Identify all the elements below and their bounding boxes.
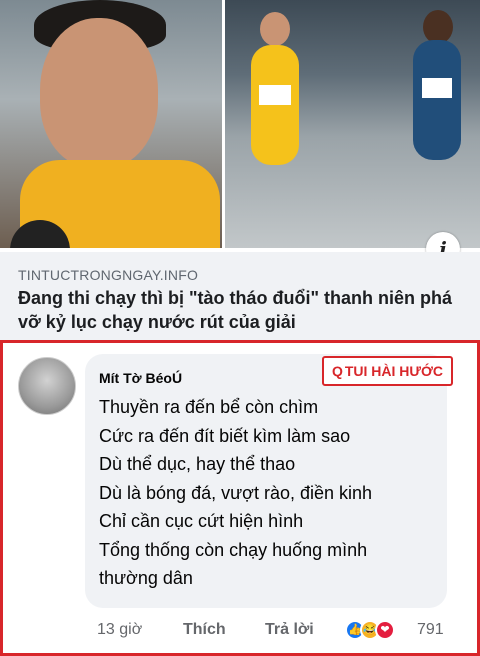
runner-head	[423, 10, 453, 44]
comment-bubble: Mít Tờ BéoÚ Q TUI HÀI HƯỚC Thuyền ra đến…	[85, 354, 453, 608]
runner-head	[260, 12, 290, 46]
comment-line: Chỉ cần cục cứt hiện hình	[99, 511, 304, 531]
reply-button[interactable]: Trả lời	[265, 621, 314, 639]
race-bib	[259, 85, 291, 105]
comment-line: Tổng thống còn chạy huống mình	[99, 539, 368, 560]
comment-text: Thuyền ra đến bể còn chìm Cức ra đến đít…	[99, 393, 445, 593]
runner-yellow	[251, 45, 299, 165]
avatar[interactable]	[18, 357, 76, 415]
comment-line: Dù là bóng đá, vượt rào, điền kinh	[99, 482, 373, 503]
like-button[interactable]: Thích	[183, 621, 226, 639]
race-bib	[422, 78, 452, 98]
watermark-badge: Q TUI HÀI HƯỚC	[322, 356, 453, 386]
love-reaction-icon: ❤	[375, 620, 395, 640]
comment-line: Cức ra đến đít biết kìm làm sao	[99, 425, 351, 446]
comment-line: thường dân	[99, 568, 193, 588]
link-preview-meta[interactable]: TINTUCTRONGNGAY.INFO Đang thi chạy thì b…	[0, 252, 480, 340]
link-headline[interactable]: Đang thi chạy thì bị "tào tháo đuổi" tha…	[18, 286, 466, 334]
comment-actions: 13 giờ Thích Trả lời 👍 😂 ❤ 791	[97, 619, 467, 643]
comment-author[interactable]: Mít Tờ BéoÚ	[99, 370, 182, 386]
link-domain: TINTUCTRONGNGAY.INFO	[18, 267, 199, 283]
runner-closeup-photo	[0, 0, 222, 248]
comment-timestamp[interactable]: 13 giờ	[97, 621, 142, 639]
reaction-count[interactable]: 791	[417, 621, 444, 639]
runner-blue	[413, 40, 461, 160]
search-icon: Q	[331, 363, 343, 379]
race-photo	[225, 0, 480, 248]
face-shape	[40, 18, 158, 168]
comment-section: Mít Tờ BéoÚ Q TUI HÀI HƯỚC Thuyền ra đến…	[0, 340, 480, 656]
watermark-text: TUI HÀI HƯỚC	[344, 363, 444, 379]
comment-line: Thuyền ra đến bể còn chìm	[99, 397, 319, 417]
reaction-icons[interactable]: 👍 😂 ❤	[345, 619, 401, 641]
comment-line: Dù thể dục, hay thể thao	[99, 454, 296, 474]
link-preview-images[interactable]: i	[0, 0, 480, 266]
